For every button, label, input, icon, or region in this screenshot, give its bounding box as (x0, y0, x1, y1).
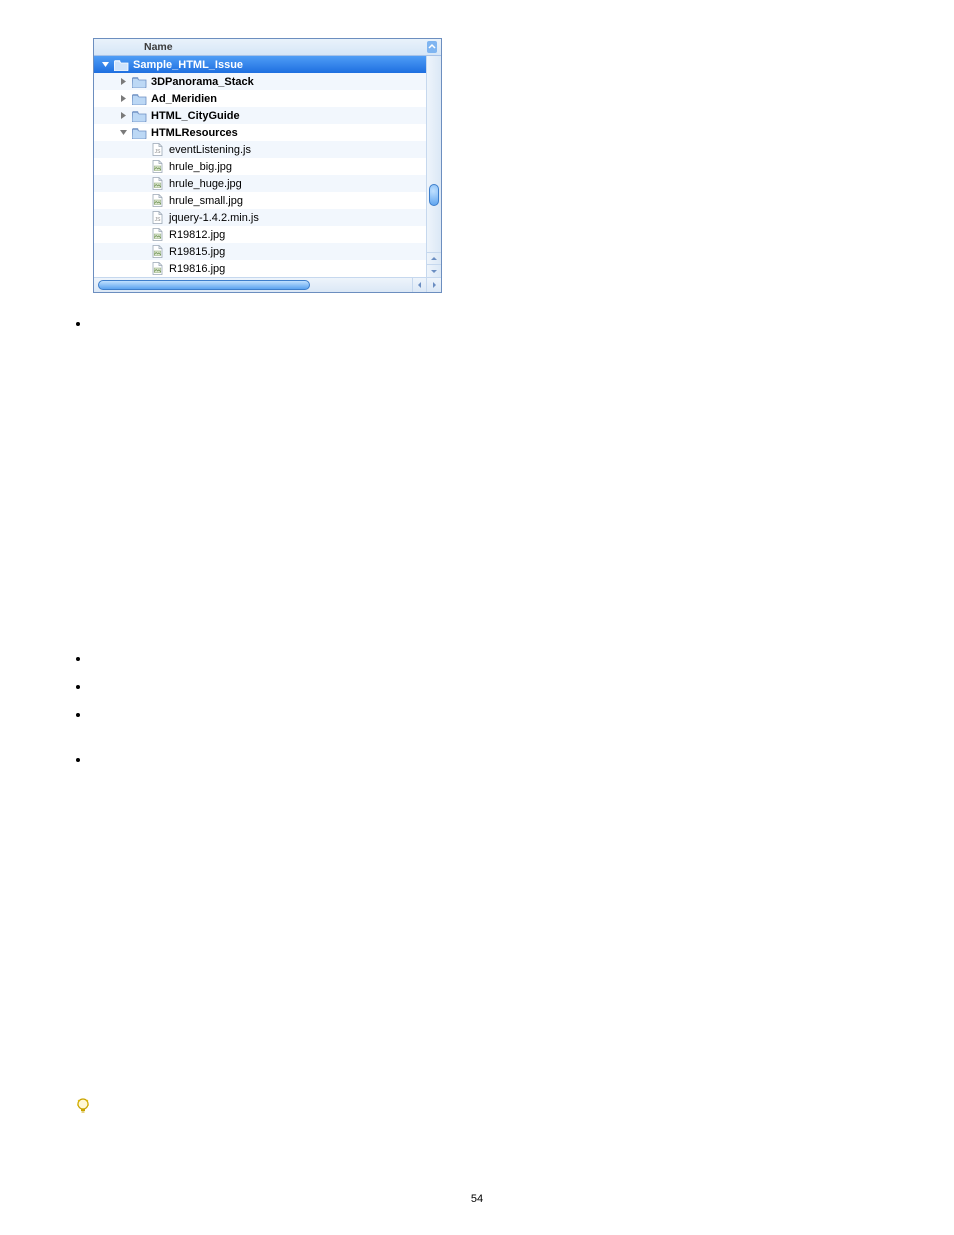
tree-item-label: eventListening.js (169, 144, 251, 156)
disclosure-triangle-icon (136, 264, 146, 274)
file-browser-panel: Name Sample_HTML_Issue 3DPanorama_Stack Ad… (93, 38, 442, 293)
tree-item-label: R19812.jpg (169, 229, 225, 241)
tree-folder-row[interactable]: HTML_CityGuide (94, 107, 426, 124)
column-header-name[interactable]: Name (144, 41, 173, 53)
disclosure-triangle-icon (136, 213, 146, 223)
image-file-icon (150, 194, 165, 207)
svg-text:JS: JS (155, 217, 162, 223)
tree-file-row[interactable]: R19812.jpg (94, 226, 426, 243)
tree-file-row[interactable]: hrule_huge.jpg (94, 175, 426, 192)
page-number: 54 (0, 1193, 954, 1205)
folder-icon (114, 58, 129, 71)
column-header-row[interactable]: Name (94, 39, 441, 56)
tree-folder-row[interactable]: HTMLResources (94, 124, 426, 141)
bullet-icon (76, 322, 80, 326)
tree-file-row[interactable]: R19816.jpg (94, 260, 426, 277)
bullet-icon (76, 685, 80, 689)
sort-indicator[interactable] (427, 41, 437, 53)
tree-item-label: hrule_big.jpg (169, 161, 232, 173)
tree-file-row[interactable]: R19815.jpg (94, 243, 426, 260)
tree-folder-row[interactable]: Sample_HTML_Issue (94, 56, 426, 73)
js-file-icon: JS (150, 143, 165, 156)
tree-file-row[interactable]: hrule_big.jpg (94, 158, 426, 175)
tree-item-label: 3DPanorama_Stack (151, 76, 254, 88)
scroll-right-button[interactable] (426, 278, 441, 292)
svg-text:JS: JS (155, 149, 162, 155)
disclosure-triangle-icon[interactable] (118, 94, 128, 104)
tree-folder-row[interactable]: Ad_Meridien (94, 90, 426, 107)
file-tree: Sample_HTML_Issue 3DPanorama_Stack Ad_Meri… (94, 56, 426, 277)
tree-item-label: hrule_small.jpg (169, 195, 243, 207)
tree-folder-row[interactable]: 3DPanorama_Stack (94, 73, 426, 90)
tree-file-row[interactable]: hrule_small.jpg (94, 192, 426, 209)
tree-item-label: Sample_HTML_Issue (133, 59, 243, 71)
tree-item-label: R19816.jpg (169, 263, 225, 275)
folder-icon (132, 126, 147, 139)
folder-icon (132, 109, 147, 122)
tree-item-label: HTML_CityGuide (151, 110, 240, 122)
image-file-icon (150, 228, 165, 241)
js-file-icon: JS (150, 211, 165, 224)
image-file-icon (150, 262, 165, 275)
disclosure-triangle-icon[interactable] (118, 111, 128, 121)
scroll-left-button[interactable] (412, 278, 427, 292)
scroll-down-button[interactable] (427, 264, 441, 277)
image-file-icon (150, 177, 165, 190)
image-file-icon (150, 160, 165, 173)
tree-file-row[interactable]: JS eventListening.js (94, 141, 426, 158)
disclosure-triangle-icon (136, 230, 146, 240)
bullet-icon (76, 657, 80, 661)
disclosure-triangle-icon[interactable] (118, 128, 128, 138)
disclosure-triangle-icon (136, 247, 146, 257)
lightbulb-icon (76, 1098, 90, 1116)
disclosure-triangle-icon (136, 145, 146, 155)
bullet-icon (76, 758, 80, 762)
disclosure-triangle-icon[interactable] (118, 77, 128, 87)
folder-icon (132, 75, 147, 88)
folder-icon (132, 92, 147, 105)
disclosure-triangle-icon (136, 196, 146, 206)
tree-item-label: R19815.jpg (169, 246, 225, 258)
tree-item-label: jquery-1.4.2.min.js (169, 212, 259, 224)
horizontal-scrollbar[interactable] (94, 277, 441, 292)
tree-item-label: hrule_huge.jpg (169, 178, 242, 190)
tree-item-label: Ad_Meridien (151, 93, 217, 105)
disclosure-triangle-icon[interactable] (100, 60, 110, 70)
horizontal-scroll-thumb[interactable] (98, 280, 310, 290)
vertical-scrollbar[interactable] (426, 56, 441, 277)
disclosure-triangle-icon (136, 179, 146, 189)
disclosure-triangle-icon (136, 162, 146, 172)
tree-item-label: HTMLResources (151, 127, 238, 139)
bullet-icon (76, 713, 80, 717)
image-file-icon (150, 245, 165, 258)
vertical-scroll-thumb[interactable] (429, 184, 439, 206)
tree-file-row[interactable]: JS jquery-1.4.2.min.js (94, 209, 426, 226)
